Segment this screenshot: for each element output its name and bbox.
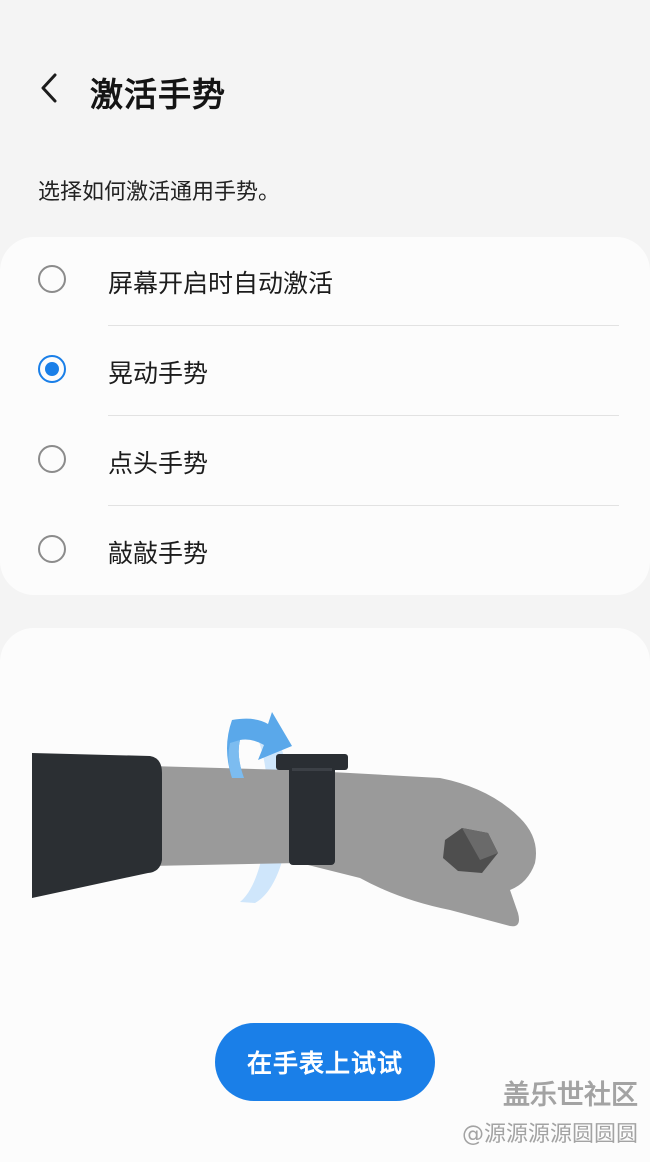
radio-button[interactable]: [38, 535, 66, 563]
divider: [108, 505, 619, 506]
app-bar: 激活手势: [0, 50, 650, 130]
option-label: 点头手势: [108, 449, 209, 478]
option-tap-gesture[interactable]: 敲敲手势: [0, 507, 650, 597]
page-title: 激活手势: [90, 75, 226, 114]
watermark-community: 盖乐世社区: [503, 1080, 638, 1111]
divider: [108, 325, 619, 326]
watermark-user: @源源源源圆圆圆: [461, 1122, 638, 1147]
option-label: 敲敲手势: [108, 539, 209, 568]
option-shake-gesture[interactable]: 晃动手势: [0, 327, 650, 417]
back-button[interactable]: [28, 66, 72, 110]
option-label: 屏幕开启时自动激活: [108, 269, 334, 298]
activation-options-card: 屏幕开启时自动激活 晃动手势 点头手势 敲敲手势: [0, 237, 650, 595]
option-nod-gesture[interactable]: 点头手势: [0, 417, 650, 507]
divider: [108, 415, 619, 416]
wrist-rotate-illustration: [32, 712, 536, 927]
chevron-left-icon: [41, 73, 57, 103]
option-auto-activate[interactable]: 屏幕开启时自动激活: [0, 237, 650, 327]
radio-button[interactable]: [38, 265, 66, 293]
try-on-watch-button[interactable]: 在手表上试试: [215, 1023, 435, 1101]
option-label: 晃动手势: [108, 359, 209, 388]
page-description: 选择如何激活通用手势。: [38, 180, 281, 205]
radio-button-selected[interactable]: [38, 355, 66, 383]
radio-button[interactable]: [38, 445, 66, 473]
